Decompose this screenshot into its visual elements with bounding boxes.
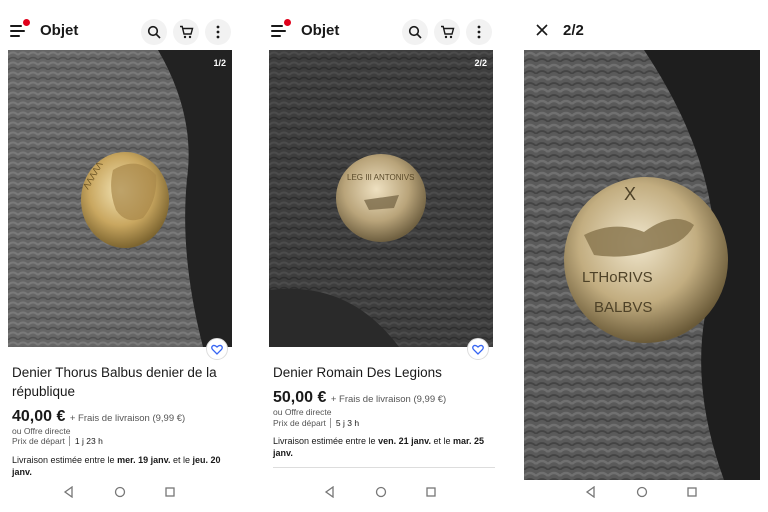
fullscreen-image[interactable]: X LTHoRIVS BALBVS — [524, 50, 760, 480]
recents-icon[interactable] — [164, 486, 176, 498]
recents-icon[interactable] — [425, 486, 437, 498]
coin-legend-x: X — [624, 184, 636, 204]
product-title[interactable]: Denier Romain Des Legions — [273, 363, 498, 382]
coin-legend-bottom: BALBVS — [594, 299, 652, 316]
product-image[interactable]: LEG III ANTONIVS 2/2 — [269, 50, 493, 347]
top-bar: Objet — [0, 16, 246, 46]
image-counter: 1/2 — [213, 58, 226, 68]
back-icon[interactable] — [63, 486, 75, 498]
cart-icon[interactable] — [434, 19, 460, 45]
more-options-icon[interactable] — [466, 19, 492, 45]
time-left: 1 j 23 h — [68, 436, 103, 446]
menu-icon[interactable] — [271, 19, 291, 40]
home-icon[interactable] — [636, 486, 648, 498]
heart-icon[interactable] — [206, 338, 228, 360]
more-options-icon[interactable] — [205, 19, 231, 45]
coin-legend: LEG III ANTONIVS — [347, 173, 414, 182]
price: 40,00 € — [12, 408, 66, 425]
menu-icon[interactable] — [10, 19, 30, 40]
home-icon[interactable] — [114, 486, 126, 498]
android-navbar — [0, 484, 246, 504]
page-title: Objet — [40, 22, 79, 39]
screen-fullscreen-image: 2/2 X LTHoRIVS BALBVS — [522, 0, 768, 512]
search-icon[interactable] — [141, 19, 167, 45]
image-counter: 2/2 — [563, 22, 584, 39]
top-bar: 2/2 — [522, 16, 768, 46]
shipping-cost: + Frais de livraison (9,99 €) — [330, 394, 447, 405]
price-row: 40,00 € + Frais de livraison (9,99 €) — [12, 408, 185, 426]
price-row: 50,00 € + Frais de livraison (9,99 €) — [273, 389, 446, 407]
back-icon[interactable] — [324, 486, 336, 498]
price: 50,00 € — [273, 389, 327, 406]
screen-listing-2: Objet LEG III ANTONIVS 2/2 Denier Romain… — [261, 0, 507, 512]
back-icon[interactable] — [585, 486, 597, 498]
start-price-label: Prix de départ — [273, 418, 326, 428]
heart-icon[interactable] — [467, 338, 489, 360]
cart-icon[interactable] — [173, 19, 199, 45]
recents-icon[interactable] — [686, 486, 698, 498]
delivery-estimate: Livraison estimée entre le ven. 21 janv.… — [273, 436, 485, 458]
top-bar: Objet — [261, 16, 507, 46]
page-title: Objet — [301, 22, 340, 39]
direct-offer[interactable]: ou Offre directe — [12, 426, 70, 436]
search-icon[interactable] — [402, 19, 428, 45]
coin — [564, 177, 728, 343]
direct-offer[interactable]: ou Offre directe — [273, 407, 331, 417]
time-left: 5 j 3 h — [329, 418, 360, 428]
notification-dot — [284, 19, 291, 26]
start-price-row: Prix de départ 5 j 3 h — [273, 418, 360, 428]
coin-legend-top: LTHoRIVS — [582, 269, 653, 286]
android-navbar — [261, 484, 507, 504]
shipping-cost: + Frais de livraison (9,99 €) — [69, 413, 186, 424]
close-icon[interactable] — [536, 24, 548, 36]
product-title[interactable]: Denier Thorus Balbus denier de la républ… — [12, 363, 237, 401]
delivery-estimate: Livraison estimée entre le mer. 19 janv.… — [12, 455, 221, 477]
divider — [273, 467, 495, 468]
home-icon[interactable] — [375, 486, 387, 498]
product-image[interactable]: ΛΛΛΛΛ 1/2 — [8, 50, 232, 347]
image-counter: 2/2 — [474, 58, 487, 68]
screen-listing-1: Objet ΛΛΛΛΛ 1/2 Denier Thorus Balbus den… — [0, 0, 246, 512]
notification-dot — [23, 19, 30, 26]
android-navbar — [522, 484, 768, 504]
start-price-label: Prix de départ — [12, 436, 65, 446]
start-price-row: Prix de départ 1 j 23 h — [12, 436, 103, 446]
